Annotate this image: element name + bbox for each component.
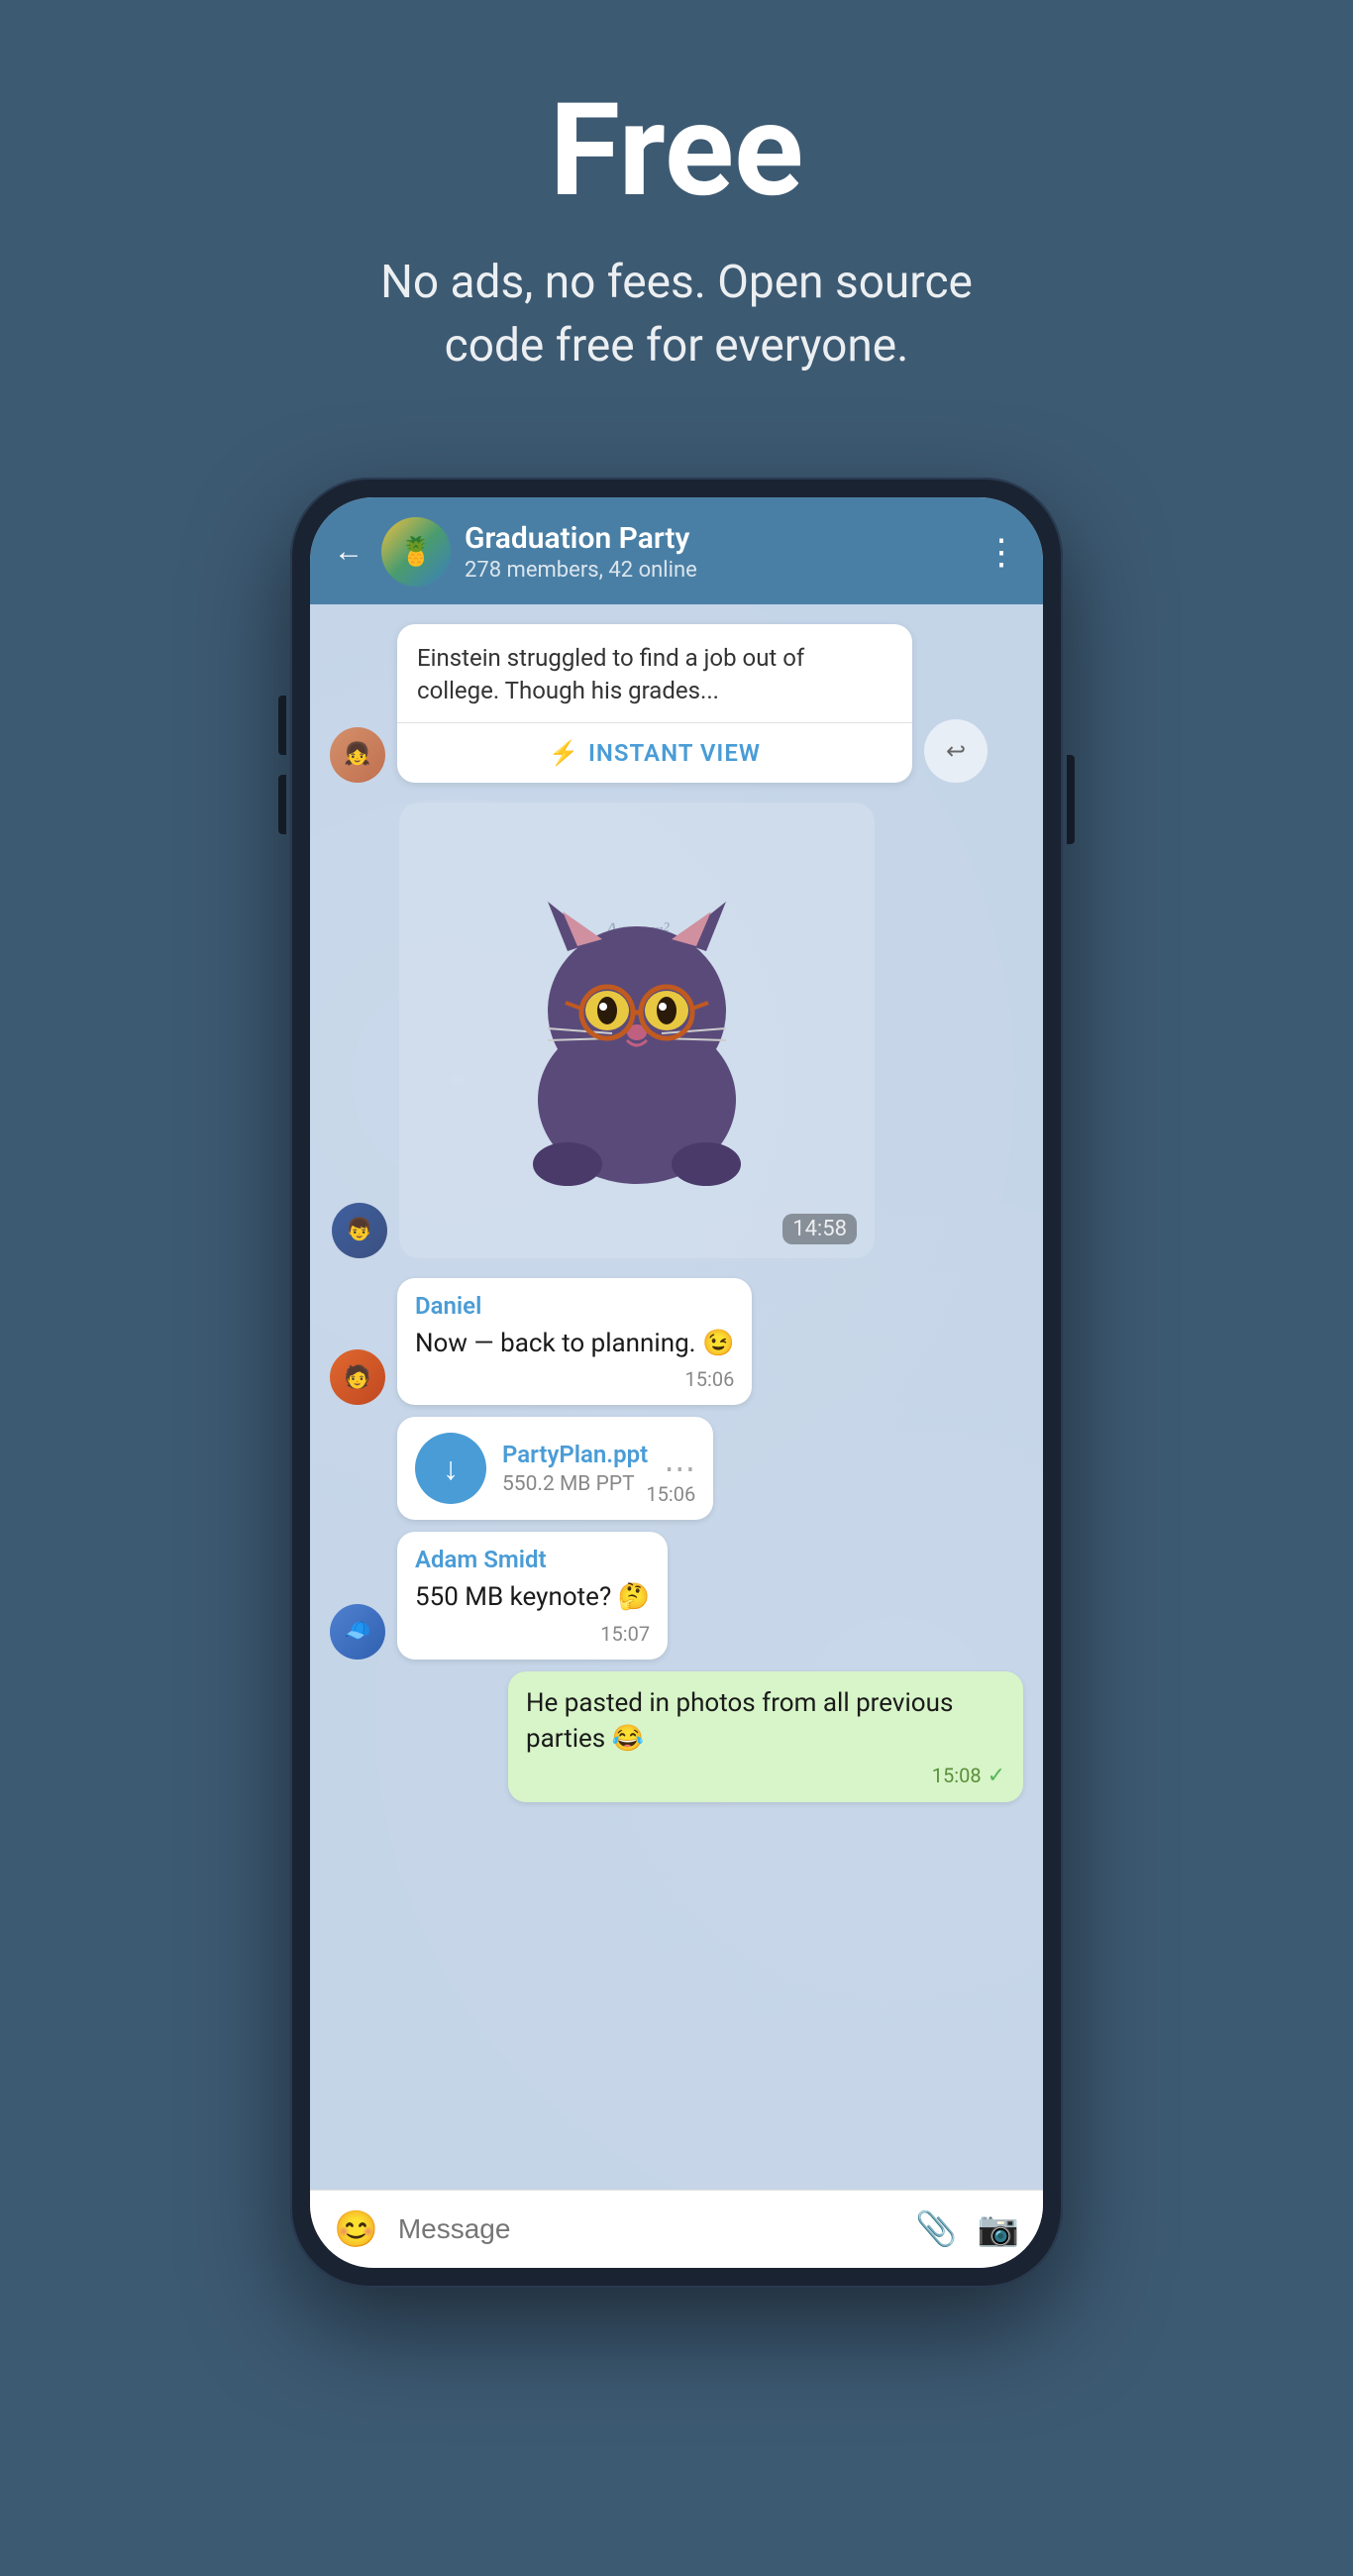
share-icon: ↩ <box>946 737 966 765</box>
message-row: 🧢 Adam Smidt 550 MB keynote? 🤔 15:07 <box>330 1532 1023 1659</box>
sticker-time: 14:58 <box>782 1214 857 1244</box>
message-text: Now — back to planning. 😉 <box>415 1326 734 1361</box>
article-bubble: Einstein struggled to find a job out of … <box>397 624 912 783</box>
cat-sticker <box>488 872 785 1189</box>
avatar: 🧢 <box>330 1604 385 1660</box>
attach-button[interactable]: 📎 <box>915 2209 957 2249</box>
group-avatar-icon: 🍍 <box>381 517 451 587</box>
file-size: 550.2 MB PPT <box>502 1472 648 1496</box>
avatar-image: 👦 <box>346 1218 372 1242</box>
emoji-button[interactable]: 😊 <box>334 2208 378 2250</box>
message-time: 15:06 <box>685 1367 735 1391</box>
avatar: 👧 <box>330 727 385 783</box>
article-card: Einstein struggled to find a job out of … <box>397 624 912 783</box>
hero-subtitle: No ads, no fees. Open source code free f… <box>330 251 1023 378</box>
download-button[interactable]: ↓ <box>415 1433 486 1504</box>
chat-area: 👧 Einstein struggled to find a job out o… <box>310 604 1043 2190</box>
message-time: 15:07 <box>600 1622 650 1646</box>
message-text: He pasted in photos from all previous pa… <box>526 1685 1005 1758</box>
file-time: 15:06 <box>646 1482 695 1506</box>
file-message-row: ↓ PartyPlan.ppt 550.2 MB PPT ⋯ 15:06 <box>397 1417 1023 1520</box>
download-icon: ↓ <box>443 1449 459 1487</box>
power-button <box>1067 755 1075 844</box>
hero-title: Free <box>330 79 1023 221</box>
file-bubble: ↓ PartyPlan.ppt 550.2 MB PPT ⋯ 15:06 <box>397 1417 713 1520</box>
phone-frame: ← 🍍 Graduation Party 278 members, 42 onl… <box>290 478 1063 2288</box>
text-bubble: Adam Smidt 550 MB keynote? 🤔 15:07 <box>397 1532 668 1659</box>
sticker-message: 👦 A = πr² V = l³ P = 2πr A = πr³ s = √(r… <box>399 803 1023 1258</box>
chat-header: ← 🍍 Graduation Party 278 members, 42 onl… <box>310 497 1043 604</box>
avatar: 🧑 <box>330 1349 385 1405</box>
avatar-image: 🧑 <box>344 1365 370 1390</box>
phone-screen: ← 🍍 Graduation Party 278 members, 42 onl… <box>310 497 1043 2268</box>
hero-section: Free No ads, no fees. Open source code f… <box>290 0 1063 438</box>
share-button[interactable]: ↩ <box>924 719 988 783</box>
volume-up-button <box>278 696 286 755</box>
message-input-bar: 😊 📎 📷 <box>310 2190 1043 2268</box>
read-receipt-icon: ✓ <box>988 1764 1005 1788</box>
avatar: 👦 <box>332 1203 387 1258</box>
bubble-meta: 15:06 <box>415 1367 734 1391</box>
text-bubble: Daniel Now — back to planning. 😉 15:06 <box>397 1278 752 1405</box>
back-button[interactable]: ← <box>334 534 364 569</box>
sticker-container: A = πr² V = l³ P = 2πr A = πr³ s = √(r²+… <box>399 803 875 1258</box>
avatar-image: 🧢 <box>344 1619 370 1644</box>
bubble-meta: 15:07 <box>415 1622 650 1646</box>
chat-members: 278 members, 42 online <box>465 558 970 583</box>
volume-down-button <box>278 775 286 834</box>
chat-name: Graduation Party <box>465 521 970 556</box>
bubble-meta: 15:08 ✓ <box>526 1764 1005 1788</box>
avatar-image: 👧 <box>344 742 370 767</box>
instant-view-button[interactable]: ⚡ INSTANT VIEW <box>397 722 912 783</box>
article-text: Einstein struggled to find a job out of … <box>397 624 912 722</box>
sender-name: Adam Smidt <box>415 1546 650 1573</box>
lightning-icon: ⚡ <box>549 739 578 767</box>
file-info: PartyPlan.ppt 550.2 MB PPT <box>502 1441 648 1496</box>
chat-info: Graduation Party 278 members, 42 online <box>465 521 970 583</box>
message-row: 👧 Einstein struggled to find a job out o… <box>330 624 1023 783</box>
more-options-button[interactable]: ⋮ <box>984 531 1019 573</box>
phone-mockup: ← 🍍 Graduation Party 278 members, 42 onl… <box>290 478 1063 2288</box>
group-avatar: 🍍 <box>381 517 451 587</box>
instant-view-label: INSTANT VIEW <box>588 739 761 767</box>
sender-name: Daniel <box>415 1292 734 1320</box>
own-message-row: He pasted in photos from all previous pa… <box>330 1671 1023 1802</box>
file-name: PartyPlan.ppt <box>502 1441 648 1468</box>
camera-button[interactable]: 📷 <box>978 2209 1019 2249</box>
message-time: 15:08 <box>932 1764 982 1787</box>
message-text: 550 MB keynote? 🤔 <box>415 1579 650 1615</box>
own-text-bubble: He pasted in photos from all previous pa… <box>508 1671 1023 1802</box>
message-input[interactable] <box>398 2213 895 2245</box>
message-row: 🧑 Daniel Now — back to planning. 😉 15:06 <box>330 1278 1023 1405</box>
